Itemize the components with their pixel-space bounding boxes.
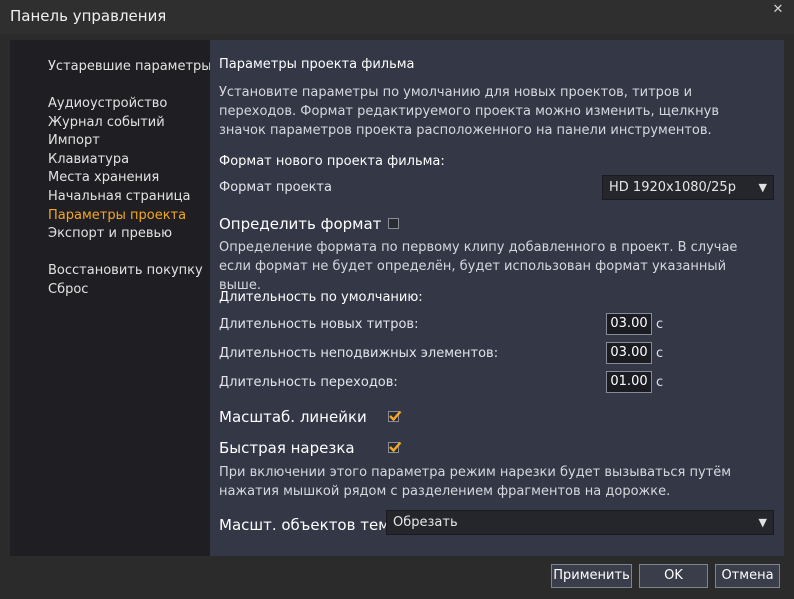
format-select-value: HD 1920x1080/25p (609, 180, 736, 195)
title-duration-label: Длительность новых титров: (219, 317, 419, 332)
format-select[interactable]: HD 1920x1080/25p ▼ (602, 175, 774, 200)
fast-cut-desc: При включении этого параметра режим наре… (219, 465, 732, 499)
new-format-heading: Формат нового проекта фильма: (219, 154, 445, 169)
sidebar-item-event-log[interactable]: Журнал событий (48, 115, 165, 130)
title-duration-unit: с (656, 317, 664, 332)
sidebar-item-legacy[interactable]: Устаревшие параметры (48, 59, 212, 74)
sidebar-item-start-page[interactable]: Начальная страница (48, 189, 190, 204)
cancel-button[interactable]: Отмена (715, 564, 780, 588)
page-title: Параметры проекта фильма (219, 57, 415, 72)
title-duration-input[interactable]: 03.00 (606, 313, 652, 335)
fast-cut-label: Быстрая нарезка (219, 439, 355, 457)
apply-button[interactable]: Применить (551, 564, 632, 588)
theme-scale-select[interactable]: Обрезать ▼ (386, 510, 774, 535)
sidebar-item-reset[interactable]: Сброс (48, 282, 88, 297)
still-duration-label: Длительность неподвижных элементов: (219, 346, 499, 361)
chevron-down-icon: ▼ (758, 516, 767, 529)
sidebar-item-audio-device[interactable]: Аудиоустройство (48, 96, 167, 111)
theme-scale-value: Обрезать (393, 515, 458, 530)
sidebar-item-export-preview[interactable]: Экспорт и превью (48, 226, 172, 241)
ruler-scale-label: Масштаб. линейки (219, 408, 367, 426)
still-duration-input[interactable]: 03.00 (606, 342, 652, 364)
detect-format-desc: Определение формата по первому клипу доб… (219, 240, 738, 293)
intro-text: Установите параметры по умолчанию для но… (219, 85, 719, 138)
window-title: Панель управления (10, 7, 167, 25)
settings-dialog: Устаревшие параметры Аудиоустройство Жур… (10, 40, 784, 556)
title-bar: Панель управления ✕ (0, 0, 794, 34)
format-label: Формат проекта (219, 180, 332, 195)
checkmark-icon (389, 441, 402, 453)
sidebar-item-project-settings[interactable]: Параметры проекта (48, 208, 186, 223)
sidebar: Устаревшие параметры Аудиоустройство Жур… (10, 40, 212, 556)
sidebar-item-restore-purchase[interactable]: Восстановить покупку (48, 263, 203, 278)
ok-button[interactable]: OK (639, 564, 708, 588)
transition-duration-unit: с (656, 375, 664, 390)
content-panel: Параметры проекта фильма Установите пара… (210, 40, 784, 556)
chevron-down-icon: ▼ (758, 181, 767, 194)
duration-heading: Длительность по умолчанию: (219, 290, 423, 305)
ruler-scale-checkbox[interactable] (388, 410, 402, 422)
sidebar-item-storage[interactable]: Места хранения (48, 170, 159, 185)
sidebar-item-keyboard[interactable]: Клавиатура (48, 152, 129, 167)
sidebar-item-import[interactable]: Импорт (48, 133, 100, 148)
still-duration-unit: с (656, 346, 664, 361)
transition-duration-input[interactable]: 01.00 (606, 371, 652, 393)
detect-format-checkbox[interactable] (388, 218, 399, 229)
theme-scale-label: Масшт. объектов тем (219, 516, 390, 534)
checkmark-icon (389, 410, 402, 422)
close-icon[interactable]: ✕ (770, 2, 786, 18)
transition-duration-label: Длительность переходов: (219, 375, 398, 390)
detect-format-label: Определить формат (219, 215, 382, 233)
fast-cut-checkbox[interactable] (388, 441, 402, 453)
